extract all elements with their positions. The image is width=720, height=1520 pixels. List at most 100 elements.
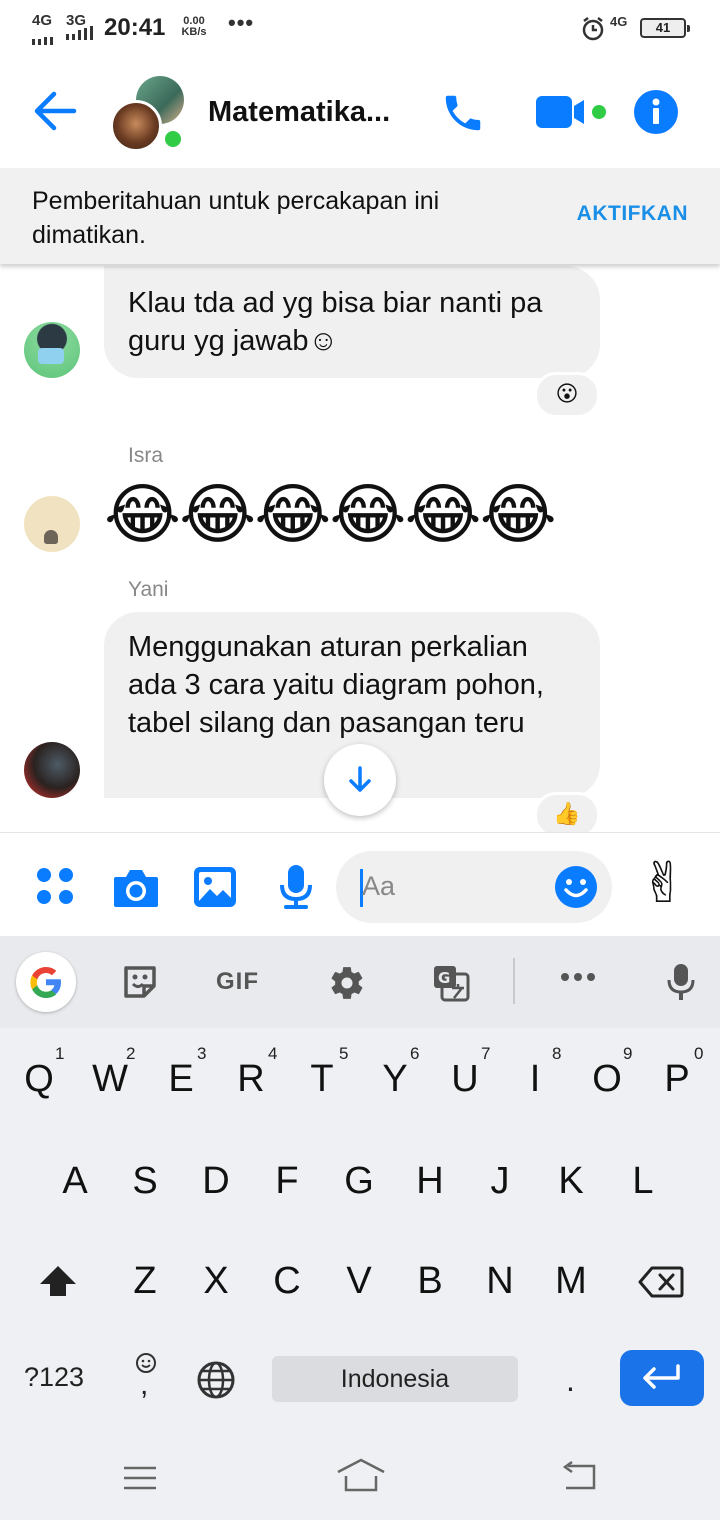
sender-avatar[interactable] xyxy=(24,742,80,798)
camera-button[interactable] xyxy=(112,867,160,914)
key-hint: 4 xyxy=(268,1044,278,1063)
key-i[interactable]: I xyxy=(500,1058,570,1101)
comma-emoji-key[interactable]: , xyxy=(132,1352,160,1402)
key-f[interactable]: F xyxy=(252,1160,322,1203)
shift-arrow-icon xyxy=(40,1266,76,1296)
gallery-button[interactable] xyxy=(192,865,238,914)
key-v[interactable]: V xyxy=(324,1260,394,1303)
key-hint: 1 xyxy=(55,1044,65,1063)
conversation-title[interactable]: Matematika... xyxy=(208,96,390,129)
voice-message-button[interactable] xyxy=(278,863,314,916)
voice-typing-button[interactable] xyxy=(666,962,696,1007)
key-z[interactable]: Z xyxy=(110,1260,180,1303)
gear-icon xyxy=(331,967,363,999)
back-button[interactable] xyxy=(32,90,78,137)
back-arrow-icon xyxy=(34,91,77,131)
key-hint: 9 xyxy=(623,1044,633,1063)
sender-avatar[interactable] xyxy=(24,496,80,552)
recents-button[interactable] xyxy=(122,1464,158,1497)
voice-call-button[interactable] xyxy=(440,90,486,141)
smiley-icon xyxy=(555,866,597,908)
key-x[interactable]: X xyxy=(181,1260,251,1303)
grid-dots-icon xyxy=(37,868,73,904)
signal-icon xyxy=(66,26,96,45)
message-reaction[interactable]: 😮 xyxy=(534,372,600,418)
enter-key[interactable] xyxy=(620,1350,704,1406)
language-key[interactable] xyxy=(196,1360,236,1405)
key-k[interactable]: K xyxy=(536,1160,606,1203)
menu-lines-icon xyxy=(124,1466,156,1490)
key-a[interactable]: A xyxy=(40,1160,110,1203)
globe-icon xyxy=(197,1361,235,1399)
sender-name: Isra xyxy=(128,444,164,467)
gif-button[interactable]: GIF xyxy=(216,968,259,996)
alarm-icon xyxy=(580,16,606,47)
video-call-button[interactable] xyxy=(536,94,612,135)
speed-unit: KB/s xyxy=(181,26,207,38)
key-r[interactable]: R xyxy=(216,1058,286,1101)
translate-icon: G xyxy=(434,966,470,1002)
more-toolbar-button[interactable] xyxy=(560,970,596,988)
info-button[interactable] xyxy=(634,90,678,139)
key-m[interactable]: M xyxy=(536,1260,606,1303)
battery-icon: 41 xyxy=(640,18,690,38)
key-n[interactable]: N xyxy=(465,1260,535,1303)
period-key[interactable]: . xyxy=(566,1362,575,1399)
key-w[interactable]: W xyxy=(75,1058,145,1101)
scroll-to-bottom-button[interactable] xyxy=(324,744,396,816)
key-hint: 3 xyxy=(197,1044,207,1063)
enable-notifications-button[interactable]: AKTIFKAN xyxy=(577,202,688,226)
backspace-key[interactable] xyxy=(638,1266,684,1303)
group-avatar[interactable] xyxy=(108,74,188,152)
key-g[interactable]: G xyxy=(324,1160,394,1203)
svg-text:G: G xyxy=(438,969,450,987)
image-icon xyxy=(194,867,236,907)
emoji-button[interactable] xyxy=(554,865,598,914)
key-hint: 5 xyxy=(339,1044,349,1063)
sticker-button[interactable] xyxy=(122,964,158,1005)
translate-button[interactable]: G xyxy=(432,964,470,1007)
arrow-down-icon xyxy=(349,766,371,792)
key-b[interactable]: B xyxy=(395,1260,465,1303)
key-c[interactable]: C xyxy=(252,1260,322,1303)
key-j[interactable]: J xyxy=(465,1160,535,1203)
key-q[interactable]: Q xyxy=(4,1058,74,1101)
more-dots-icon xyxy=(561,973,595,981)
google-logo-icon xyxy=(30,967,61,998)
key-t[interactable]: T xyxy=(287,1058,357,1101)
key-u[interactable]: U xyxy=(430,1058,500,1101)
home-button[interactable] xyxy=(336,1458,386,1499)
shift-key[interactable] xyxy=(38,1264,78,1303)
avatar-figure xyxy=(44,530,58,544)
key-y[interactable]: Y xyxy=(360,1058,430,1101)
sticker-icon xyxy=(124,966,156,998)
google-search-button[interactable] xyxy=(16,952,76,1012)
message-list[interactable]: Klau tda ad yg bisa biar nanti pa guru y… xyxy=(0,264,720,832)
key-hint: 0 xyxy=(694,1044,704,1063)
phone-icon xyxy=(445,95,481,131)
space-bar[interactable]: Indonesia xyxy=(272,1356,518,1402)
microphone-icon xyxy=(280,865,312,909)
key-o[interactable]: O xyxy=(572,1058,642,1101)
camera-icon xyxy=(114,870,158,907)
system-navigation-bar xyxy=(0,1440,720,1520)
message-bubble[interactable]: Klau tda ad yg bisa biar nanti pa guru y… xyxy=(104,266,600,378)
symbols-key[interactable]: ?123 xyxy=(24,1362,84,1393)
key-h[interactable]: H xyxy=(395,1160,465,1203)
key-hint: 7 xyxy=(481,1044,491,1063)
message-input[interactable]: Aa xyxy=(336,851,612,923)
back-nav-button[interactable] xyxy=(560,1460,598,1497)
key-d[interactable]: D xyxy=(181,1160,251,1203)
keyboard-settings-button[interactable] xyxy=(328,964,366,1007)
emoji-message[interactable]: 😂😂😂😂😂😂 xyxy=(104,472,557,556)
more-actions-button[interactable] xyxy=(36,867,76,912)
sender-avatar[interactable] xyxy=(24,322,80,378)
key-p[interactable]: P xyxy=(642,1058,712,1101)
key-s[interactable]: S xyxy=(110,1160,180,1203)
message-reaction[interactable]: 👍 xyxy=(534,792,600,832)
key-e[interactable]: E xyxy=(146,1058,216,1101)
key-l[interactable]: L xyxy=(608,1160,678,1203)
member-avatar xyxy=(110,100,162,152)
quick-reaction-button[interactable]: ✌ xyxy=(640,847,687,919)
enter-arrow-icon xyxy=(643,1364,680,1389)
